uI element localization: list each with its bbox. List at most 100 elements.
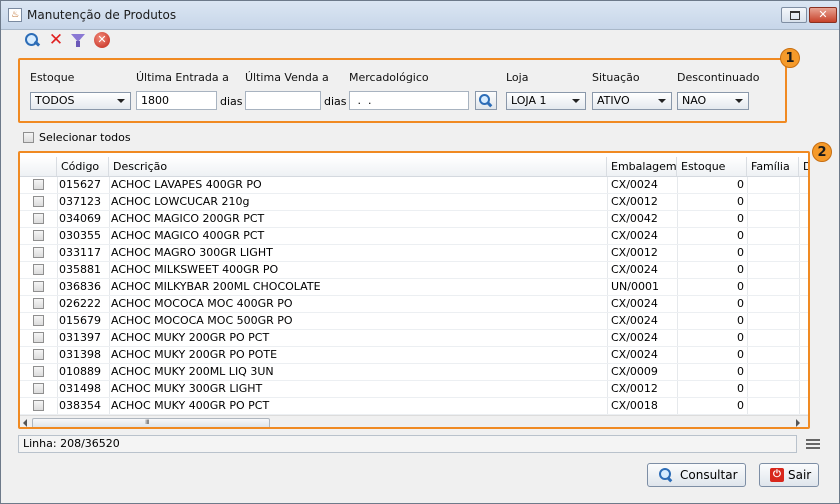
table-row[interactable]: 033117 ACHOC MAGRO 300GR LIGHT CX/0012 0 xyxy=(20,245,808,262)
table-row[interactable]: 030355 ACHOC MAGICO 400GR PCT CX/0024 0 xyxy=(20,228,808,245)
ultima-venda-input[interactable] xyxy=(245,91,321,110)
mercadologico-input[interactable]: . . xyxy=(349,91,469,110)
situacao-label: Situação xyxy=(592,71,640,84)
horizontal-scroll-thumb[interactable]: ııı xyxy=(32,417,270,427)
cell-estoque: 0 xyxy=(737,382,744,395)
cell-codigo: 038354 xyxy=(59,399,101,412)
cell-embalagem: CX/0024 xyxy=(611,229,658,242)
table-row[interactable]: 035881 ACHOC MILKSWEET 400GR PO CX/0024 0 xyxy=(20,262,808,279)
filters-badge: 1 xyxy=(780,48,800,68)
horizontal-scrollbar[interactable]: ııı xyxy=(20,415,808,427)
cell-estoque: 0 xyxy=(737,399,744,412)
ultima-entrada-input[interactable]: 1800 xyxy=(136,91,217,110)
select-column-header[interactable] xyxy=(20,157,57,176)
column-header-embalagem[interactable]: Embalagem xyxy=(607,157,677,176)
row-checkbox[interactable] xyxy=(33,179,44,190)
cancel-icon[interactable]: ✕ xyxy=(93,31,111,49)
products-table: Código Descrição Embalagem Estoque Famíl… xyxy=(18,151,810,429)
filter-icon[interactable] xyxy=(69,31,87,49)
scroll-left-icon[interactable] xyxy=(23,419,27,427)
cell-embalagem: CX/0012 xyxy=(611,382,658,395)
cell-descricao: ACHOC MILKSWEET 400GR PO xyxy=(111,263,279,276)
row-checkbox[interactable] xyxy=(33,196,44,207)
cell-estoque: 0 xyxy=(737,348,744,361)
chevron-down-icon xyxy=(117,99,125,103)
table-row[interactable]: 031397 ACHOC MUKY 200GR PO PCT CX/0024 0 xyxy=(20,330,808,347)
sair-button[interactable]: ⏻ Sair xyxy=(759,463,819,487)
cell-embalagem: CX/0024 xyxy=(611,331,658,344)
table-row[interactable]: 015627 ACHOC LAVAPES 400GR PO CX/0024 0 xyxy=(20,177,808,194)
close-button[interactable]: ✕ xyxy=(809,7,837,23)
consultar-button[interactable]: Consultar xyxy=(647,463,746,487)
cell-descricao: ACHOC MOCOCA MOC 500GR PO xyxy=(111,314,293,327)
row-checkbox[interactable] xyxy=(33,247,44,258)
row-checkbox[interactable] xyxy=(33,332,44,343)
consultar-label: Consultar xyxy=(680,468,738,482)
vertical-scrollbar[interactable] xyxy=(808,177,810,415)
column-header-estoque[interactable]: Estoque xyxy=(677,157,747,176)
row-checkbox[interactable] xyxy=(33,230,44,241)
estoque-label: Estoque xyxy=(30,71,75,84)
cell-descricao: ACHOC MUKY 400GR PO PCT xyxy=(111,399,270,412)
column-header-d[interactable]: D xyxy=(799,157,808,176)
cell-codigo: 015627 xyxy=(59,178,101,191)
column-header-familia[interactable]: Família xyxy=(747,157,799,176)
row-checkbox[interactable] xyxy=(33,315,44,326)
cell-estoque: 0 xyxy=(737,178,744,191)
cell-embalagem: CX/0018 xyxy=(611,399,658,412)
row-checkbox[interactable] xyxy=(33,383,44,394)
close-icon: ✕ xyxy=(818,8,828,21)
table-row[interactable]: 026222 ACHOC MOCOCA MOC 400GR PO CX/0024 0 xyxy=(20,296,808,313)
mercadologico-search-button[interactable] xyxy=(475,91,497,110)
row-checkbox[interactable] xyxy=(33,281,44,292)
scroll-right-icon[interactable] xyxy=(796,419,800,427)
table-row[interactable]: 034069 ACHOC MAGICO 200GR PCT CX/0042 0 xyxy=(20,211,808,228)
table-row[interactable]: 015679 ACHOC MOCOCA MOC 500GR PO CX/0024 0 xyxy=(20,313,808,330)
situacao-select[interactable]: ATIVO xyxy=(592,92,672,110)
column-header-descricao[interactable]: Descrição xyxy=(109,157,607,176)
checkbox[interactable] xyxy=(23,132,34,143)
descontinuado-select[interactable]: NAO xyxy=(677,92,749,110)
estoque-value: TODOS xyxy=(35,94,75,107)
cell-estoque: 0 xyxy=(737,331,744,344)
cell-estoque: 0 xyxy=(737,195,744,208)
cell-estoque: 0 xyxy=(737,212,744,225)
estoque-select[interactable]: TODOS xyxy=(30,92,131,110)
cell-codigo: 031397 xyxy=(59,331,101,344)
loja-select[interactable]: LOJA 1 xyxy=(506,92,586,110)
delete-icon[interactable]: ✕ xyxy=(47,31,65,49)
table-row[interactable]: 010889 ACHOC MUKY 200ML LIQ 3UN CX/0009 0 xyxy=(20,364,808,381)
search-icon[interactable] xyxy=(23,31,41,49)
cell-estoque: 0 xyxy=(737,246,744,259)
cell-estoque: 0 xyxy=(737,365,744,378)
cell-codigo: 010889 xyxy=(59,365,101,378)
cell-descricao: ACHOC LOWCUCAR 210g xyxy=(111,195,250,208)
main-window: ♨ Manutenção de Produtos ✕ ✕ ✕ 1 Estoque… xyxy=(0,0,840,504)
row-checkbox[interactable] xyxy=(33,264,44,275)
row-checkbox[interactable] xyxy=(33,213,44,224)
menu-icon[interactable] xyxy=(806,438,820,450)
descontinuado-value: NAO xyxy=(682,94,707,107)
chevron-down-icon xyxy=(572,99,580,103)
table-row[interactable]: 037123 ACHOC LOWCUCAR 210g CX/0012 0 xyxy=(20,194,808,211)
exit-icon: ⏻ xyxy=(770,468,784,482)
window-title: Manutenção de Produtos xyxy=(27,8,177,22)
table-row[interactable]: 031398 ACHOC MUKY 200GR PO POTE CX/0024 0 xyxy=(20,347,808,364)
cell-descricao: ACHOC MILKYBAR 200ML CHOCOLATE xyxy=(111,280,321,293)
row-checkbox[interactable] xyxy=(33,400,44,411)
cell-estoque: 0 xyxy=(737,229,744,242)
cell-descricao: ACHOC MAGICO 200GR PCT xyxy=(111,212,265,225)
ultima-venda-label: Última Venda a xyxy=(245,71,329,84)
title-bar: ♨ Manutenção de Produtos ✕ xyxy=(1,1,839,30)
cell-codigo: 034069 xyxy=(59,212,101,225)
row-checkbox[interactable] xyxy=(33,298,44,309)
table-row[interactable]: 036836 ACHOC MILKYBAR 200ML CHOCOLATE UN/0… xyxy=(20,279,808,296)
column-header-codigo[interactable]: Código xyxy=(57,157,109,176)
restore-button[interactable] xyxy=(781,7,807,23)
table-row[interactable]: 038354 ACHOC MUKY 400GR PO PCT CX/0018 0 xyxy=(20,398,808,415)
row-checkbox[interactable] xyxy=(33,366,44,377)
row-checkbox[interactable] xyxy=(33,349,44,360)
mercadologico-label: Mercadológico xyxy=(349,71,429,84)
table-row[interactable]: 031498 ACHOC MUKY 300GR LIGHT CX/0012 0 xyxy=(20,381,808,398)
cell-embalagem: CX/0024 xyxy=(611,263,658,276)
